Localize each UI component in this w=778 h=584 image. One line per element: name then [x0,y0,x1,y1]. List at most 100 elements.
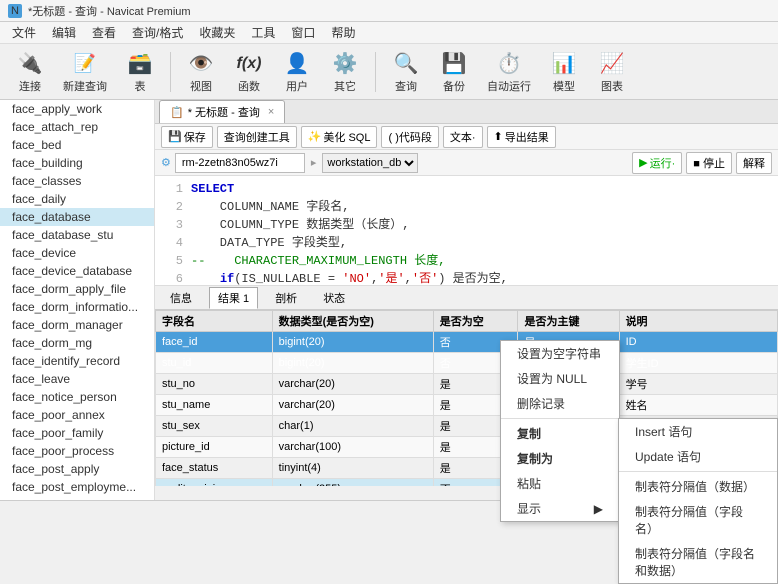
window-title: *无标题 - 查询 - Navicat Premium [28,3,191,19]
sidebar-item-device[interactable]: face_device [0,244,154,262]
sidebar-item-leave[interactable]: face_leave [0,370,154,388]
backup-button[interactable]: 💾 备份 [432,45,476,99]
col-type: 数据类型(是否为空) [272,311,433,332]
sql-editor[interactable]: 1SELECT 2 COLUMN_NAME 字段名, 3 COLUMN_TYPE… [155,176,778,286]
code-snippet-label: ( )代码段 [388,129,431,145]
cm-paste[interactable]: 粘贴 [501,471,619,496]
beautify-button[interactable]: ✨ 美化 SQL [301,126,378,148]
sidebar-item-dorm-mgr[interactable]: face_dorm_manager [0,316,154,334]
submenu: Insert 语句 Update 语句 制表符分隔值（数据） 制表符分隔值（字段… [618,418,778,584]
menu-file[interactable]: 文件 [4,22,44,43]
code-snippet-button[interactable]: ( )代码段 [381,126,438,148]
menu-view[interactable]: 查看 [84,22,124,43]
address-bar: ⚙ ▸ workstation_db ▶ 运行· ■ 停止 解释 [155,150,778,176]
explain-button[interactable]: 解释 [736,152,772,174]
function-icon: f(x) [235,50,263,78]
sidebar-item-bed[interactable]: face_bed [0,136,154,154]
cm-set-empty[interactable]: 设置为空字符串 [501,341,619,366]
new-query-icon: 📝 [71,50,99,78]
table-row[interactable]: stu_novarchar(20)是否学号 [156,374,778,395]
query-button[interactable]: 🔍 查询 [384,45,428,99]
menu-favorites[interactable]: 收藏夹 [191,22,243,43]
beautify-icon: ✨ [308,130,322,143]
sidebar-item-poor-process[interactable]: face_poor_process [0,442,154,460]
sidebar-item-identify[interactable]: face_identify_record [0,352,154,370]
sm-update[interactable]: Update 语句 [619,444,777,469]
cm-delete[interactable]: 删除记录 [501,391,619,416]
connect-button[interactable]: 🔌 连接 [8,45,52,99]
save-label: 保存 [184,129,206,145]
stop-button[interactable]: ■ 停止 [686,152,732,174]
sidebar-item-poor-annex[interactable]: face_poor_annex [0,406,154,424]
query-tab[interactable]: 📋 * 无标题 - 查询 × [159,100,285,123]
table-row[interactable]: stu_namevarchar(20)是否姓名 [156,395,778,416]
sidebar-item-daily[interactable]: face_daily [0,190,154,208]
new-query-button[interactable]: 📝 新建查询 [56,45,114,99]
sidebar-item-device-db[interactable]: face_device_database [0,262,154,280]
sm-tab-both[interactable]: 制表符分隔值（字段名和数据） [619,541,777,583]
sm-tab-fields[interactable]: 制表符分隔值（字段名） [619,499,777,541]
sm-sep [619,471,777,472]
sidebar-item-post-employ[interactable]: face_post_employme... [0,478,154,496]
cm-set-null[interactable]: 设置为 NULL [501,366,619,391]
sm-tab-data[interactable]: 制表符分隔值（数据） [619,474,777,499]
cm-copy[interactable]: 复制 [501,421,619,446]
menu-tools[interactable]: 工具 [243,22,283,43]
sidebar-item-attach-rep[interactable]: face_attach_rep [0,118,154,136]
cm-copy-as[interactable]: 复制为 [501,446,619,471]
menu-window[interactable]: 窗口 [283,22,323,43]
server-input[interactable] [175,153,305,173]
sidebar-item-dorm-mg[interactable]: face_dorm_mg [0,334,154,352]
run-button[interactable]: ▶ 运行· [632,152,682,174]
sidebar-item-poor-family[interactable]: face_poor_family [0,424,154,442]
table-row[interactable]: stu_idbigint(20)否是学生ID [156,353,778,374]
autorun-button[interactable]: ⏱️ 自动运行 [480,45,538,99]
query-label: 查询 [395,78,417,94]
sidebar-item-database[interactable]: face_database [0,208,154,226]
sidebar-item-post-table[interactable]: face_post_table [0,496,154,500]
stop-label: ■ 停止 [693,155,725,171]
other-label: 其它 [334,78,356,94]
chart-button[interactable]: 📈 图表 [590,45,634,99]
table-icon: 🗃️ [126,50,154,78]
query-builder-button[interactable]: 查询创建工具 [217,126,297,148]
cm-show-arrow: ▶ [594,502,603,516]
toolbar-sep-2 [375,52,376,92]
sidebar-item-database-stu[interactable]: face_database_stu [0,226,154,244]
sidebar-item-classes[interactable]: face_classes [0,172,154,190]
rtab-profile[interactable]: 剖析 [266,287,306,309]
function-button[interactable]: f(x) 函数 [227,45,271,99]
text-button[interactable]: 文本· [443,126,483,148]
save-icon: 💾 [168,130,182,143]
user-button[interactable]: 👤 用户 [275,45,319,99]
col-desc: 说明 [619,311,777,332]
other-icon: ⚙️ [331,50,359,78]
model-button[interactable]: 📊 模型 [542,45,586,99]
menu-query-format[interactable]: 查询/格式 [124,22,191,43]
sidebar-item-dorm-apply[interactable]: face_dorm_apply_file [0,280,154,298]
menu-help[interactable]: 帮助 [323,22,363,43]
chart-label: 图表 [601,78,623,94]
rtab-status[interactable]: 状态 [314,287,354,309]
sidebar-item-building[interactable]: face_building [0,154,154,172]
view-button[interactable]: 👁️ 视图 [179,45,223,99]
sidebar-item-dorm-info[interactable]: face_dorm_informatio... [0,298,154,316]
rtab-info[interactable]: 信息 [161,287,201,309]
table-row[interactable]: face_idbigint(20)否是ID [156,332,778,353]
title-bar: N *无标题 - 查询 - Navicat Premium [0,0,778,22]
cm-show-label: 显示 [517,500,541,517]
sidebar-item-apply-work[interactable]: face_apply_work [0,100,154,118]
save-button[interactable]: 💾 保存 [161,126,213,148]
menu-edit[interactable]: 编辑 [44,22,84,43]
sidebar-item-post-apply[interactable]: face_post_apply [0,460,154,478]
rtab-result[interactable]: 结果 1 [209,287,258,309]
tab-close-icon[interactable]: × [268,106,274,118]
sidebar-item-notice[interactable]: face_notice_person [0,388,154,406]
table-button[interactable]: 🗃️ 表 [118,45,162,99]
sql-line-3: 3 COLUMN_TYPE 数据类型（长度）, [163,216,770,234]
export-button[interactable]: ⬆ 导出结果 [487,126,556,148]
sm-insert[interactable]: Insert 语句 [619,419,777,444]
database-select[interactable]: workstation_db [322,153,418,173]
other-button[interactable]: ⚙️ 其它 [323,45,367,99]
sql-line-1: 1SELECT [163,180,770,198]
